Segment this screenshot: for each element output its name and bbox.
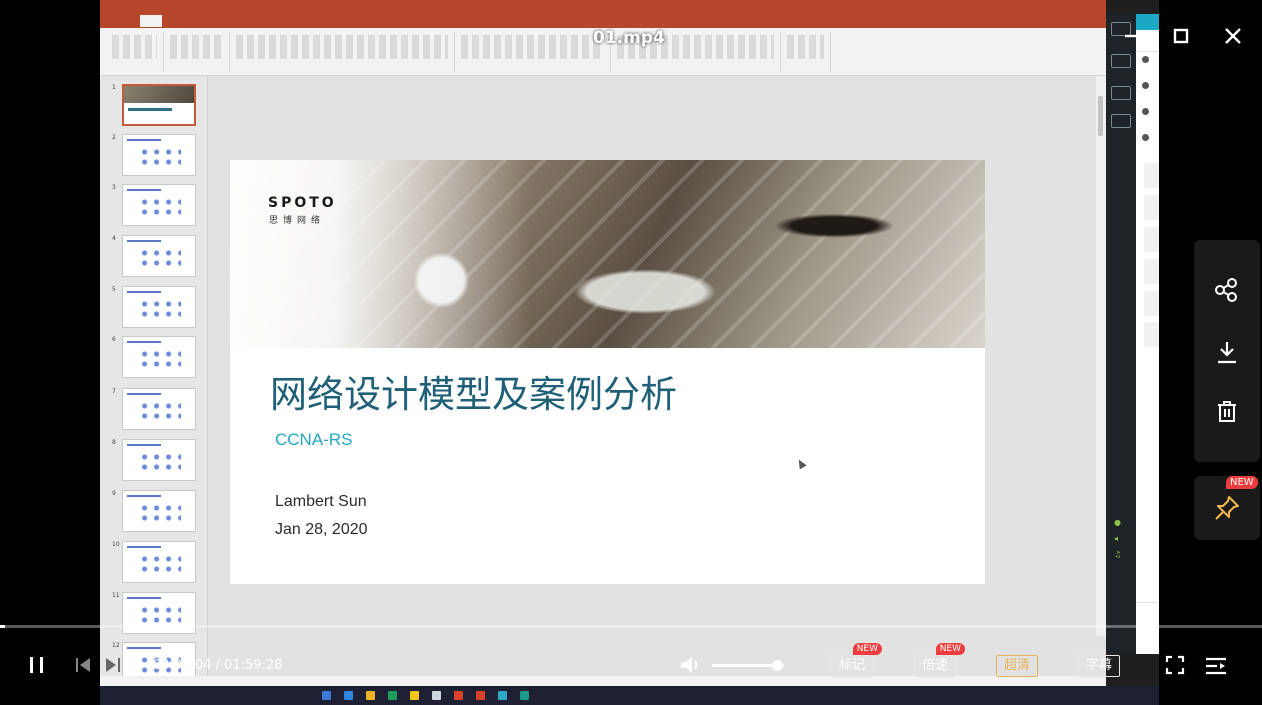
pin-icon bbox=[1215, 496, 1239, 520]
volume-handle[interactable] bbox=[771, 660, 783, 671]
player-control-bar: 00:00:04 / 01:59:28 标记 NEW 倍速 NEW 超清 字幕 bbox=[0, 628, 1262, 705]
minimize-icon bbox=[1125, 34, 1137, 38]
download-icon bbox=[1218, 342, 1236, 364]
speed-label: 倍速 bbox=[922, 658, 949, 673]
slide-scrollbar bbox=[1096, 76, 1106, 636]
thumb-number: 7 bbox=[112, 388, 116, 395]
slide-thumbnail bbox=[122, 541, 196, 583]
chat-message bbox=[1144, 291, 1159, 316]
pause-button[interactable] bbox=[26, 654, 48, 676]
pin-panel: NEW bbox=[1194, 476, 1260, 540]
slide-author: Lambert Sun bbox=[275, 493, 367, 510]
mark-new-badge: NEW bbox=[852, 643, 883, 655]
video-file-name: 01.mp4 bbox=[593, 28, 665, 48]
skip-next-icon bbox=[106, 658, 120, 672]
slide-thumbnail bbox=[122, 388, 196, 430]
download-button[interactable] bbox=[1212, 337, 1242, 367]
spoto-logo-subtext: 思博网络 bbox=[269, 216, 326, 226]
maximize-button[interactable] bbox=[1167, 22, 1195, 50]
slide-photo bbox=[230, 160, 985, 348]
speed-button[interactable]: 倍速 NEW bbox=[914, 643, 966, 677]
chat-message bbox=[1144, 163, 1159, 188]
subtitle-button[interactable]: 字幕 bbox=[1078, 655, 1121, 677]
chat-user bbox=[1142, 82, 1153, 89]
volume-button[interactable] bbox=[678, 653, 704, 677]
side-action-panel bbox=[1194, 240, 1260, 462]
slide-thumbnail bbox=[122, 235, 196, 277]
close-icon bbox=[1225, 28, 1241, 44]
pin-button[interactable] bbox=[1212, 493, 1242, 523]
next-button[interactable] bbox=[103, 655, 123, 675]
chat-user bbox=[1142, 56, 1153, 63]
quality-button[interactable]: 超清 bbox=[996, 655, 1039, 677]
pause-icon bbox=[30, 657, 43, 673]
chat-user bbox=[1142, 134, 1153, 141]
slide-thumbnail bbox=[122, 134, 196, 176]
thumb-number: 3 bbox=[112, 184, 116, 191]
thumb-number: 2 bbox=[112, 134, 116, 141]
playlist-button[interactable] bbox=[1204, 655, 1228, 677]
slide-thumbnail bbox=[122, 84, 196, 126]
fullscreen-icon bbox=[1165, 655, 1185, 675]
time-readout: 00:00:04 / 01:59:28 bbox=[153, 658, 282, 673]
delete-icon bbox=[1218, 401, 1236, 422]
volume-icon bbox=[681, 657, 698, 673]
ribbon-tab-active bbox=[140, 15, 162, 27]
total-duration: 01:59:28 bbox=[224, 658, 283, 673]
maximize-icon bbox=[1173, 28, 1189, 44]
quality-label: 超清 bbox=[1004, 658, 1031, 673]
thumb-number: 4 bbox=[112, 235, 116, 242]
current-time: 00:00:04 bbox=[153, 658, 212, 673]
slide-thumbnail-pane: 1 2 3 4 5 6 7 8 9 10 11 12 bbox=[100, 76, 208, 684]
chat-message bbox=[1144, 195, 1159, 220]
share-icon bbox=[1215, 278, 1237, 302]
subtitle-label: 字幕 bbox=[1086, 658, 1113, 673]
thumb-number: 10 bbox=[112, 541, 120, 548]
volume-fill bbox=[712, 664, 777, 667]
slide-subtitle: CCNA-RS bbox=[275, 430, 353, 449]
slide-thumbnail bbox=[122, 286, 196, 328]
live-chat-panel bbox=[1136, 14, 1159, 654]
delete-button[interactable] bbox=[1212, 397, 1242, 427]
slide-thumbnail bbox=[122, 336, 196, 378]
thumb-number: 9 bbox=[112, 490, 116, 497]
slide-thumbnail bbox=[122, 184, 196, 226]
slide-date: Jan 28, 2020 bbox=[275, 521, 368, 538]
minimize-button[interactable] bbox=[1117, 22, 1145, 50]
thumb-number: 5 bbox=[112, 286, 116, 293]
spoto-logo: SPOTO bbox=[268, 195, 337, 211]
mark-label: 标记 bbox=[839, 658, 866, 673]
current-slide: SPOTO 思博网络 网络设计模型及案例分析 CCNA-RS Lambert S… bbox=[230, 160, 985, 584]
volume-slider[interactable] bbox=[712, 660, 784, 671]
slide-title: 网络设计模型及案例分析 bbox=[270, 373, 677, 416]
chat-message bbox=[1144, 259, 1159, 284]
chat-message bbox=[1144, 227, 1159, 252]
powerpoint-ribbon-tabs bbox=[100, 14, 1106, 28]
thumb-number: 6 bbox=[112, 336, 116, 343]
close-button[interactable] bbox=[1219, 22, 1247, 50]
chat-message bbox=[1144, 322, 1159, 347]
live-chat-toolbar: ● ◂ ♫ bbox=[1106, 14, 1136, 654]
speed-new-badge: NEW bbox=[935, 643, 966, 655]
thumb-number: 8 bbox=[112, 439, 116, 446]
slide-thumbnail bbox=[122, 439, 196, 481]
share-button[interactable] bbox=[1212, 275, 1242, 305]
mark-button[interactable]: 标记 NEW bbox=[831, 643, 883, 677]
time-separator: / bbox=[211, 658, 225, 673]
thumb-number: 1 bbox=[112, 84, 116, 91]
skip-previous-icon bbox=[76, 658, 90, 672]
fullscreen-button[interactable] bbox=[1164, 654, 1186, 676]
pin-new-badge: NEW bbox=[1226, 476, 1258, 489]
powerpoint-title-bar bbox=[100, 0, 1106, 14]
playlist-icon bbox=[1206, 657, 1226, 675]
slide-thumbnail bbox=[122, 490, 196, 532]
chat-user bbox=[1142, 108, 1153, 115]
previous-button[interactable] bbox=[73, 655, 93, 675]
thumb-number: 11 bbox=[112, 592, 120, 599]
